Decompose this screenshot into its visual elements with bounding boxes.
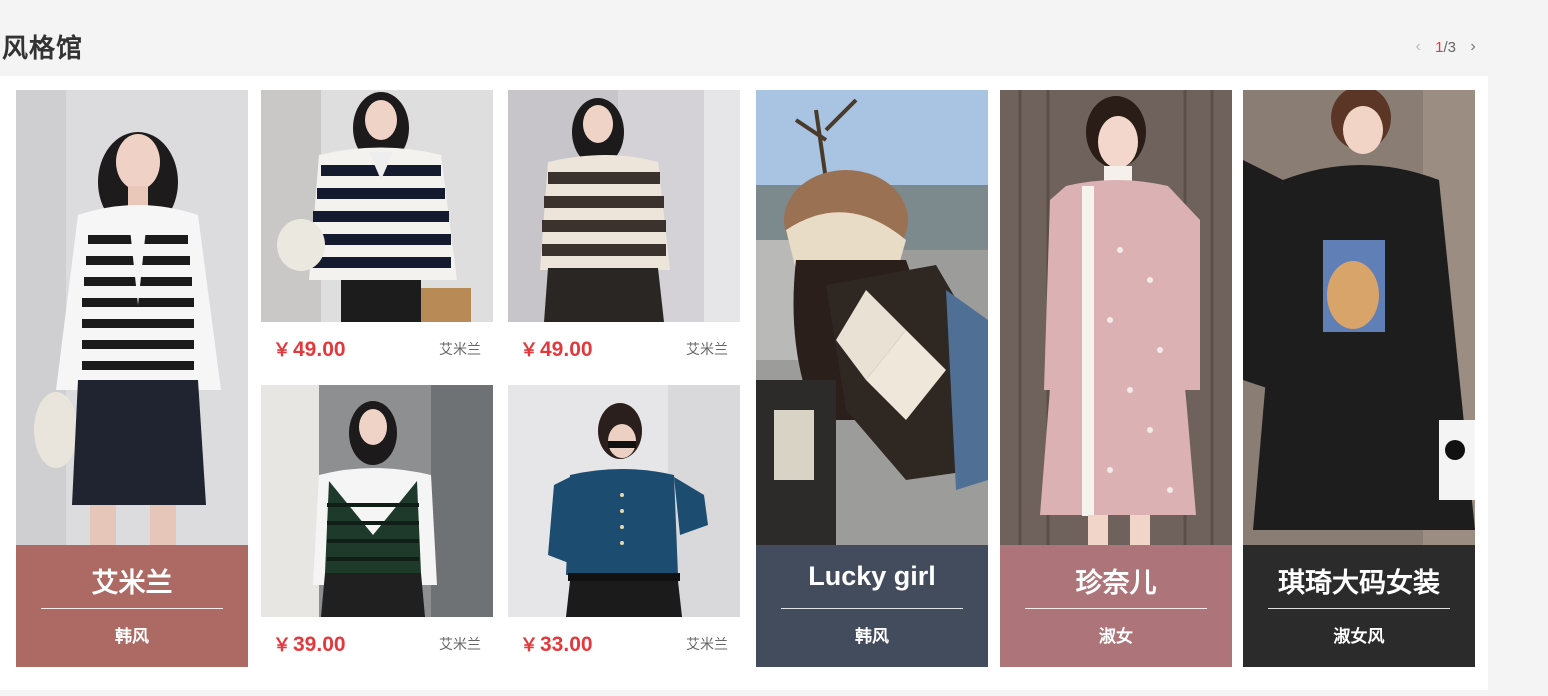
brand-card-lucky-girl[interactable]: Lucky girl 韩风 — [756, 90, 988, 667]
product-shop[interactable]: 艾米兰 — [439, 634, 481, 654]
price-value: 33.00 — [540, 633, 593, 656]
brand-caption: Lucky girl 韩风 — [756, 545, 988, 667]
total-pages: /3 — [1443, 38, 1456, 56]
currency-symbol: ￥ — [273, 340, 291, 360]
brand-style-tag: 韩风 — [855, 627, 889, 646]
product-price: ￥49.00 — [273, 336, 346, 362]
product-shop[interactable]: 艾米兰 — [686, 634, 728, 654]
brand-photo — [16, 90, 248, 545]
brand-photo — [1000, 90, 1232, 545]
price-value: 49.00 — [293, 338, 346, 361]
brand-name: 琪琦大码女装 — [1278, 568, 1440, 598]
product-image[interactable] — [508, 90, 740, 322]
page-indicator: 1/3 — [1435, 39, 1456, 56]
brand-style-tag: 淑女风 — [1333, 627, 1385, 646]
caption-divider — [781, 608, 963, 609]
brand-style-tag: 淑女 — [1099, 627, 1133, 646]
brand-caption: 艾米兰 韩风 — [16, 545, 248, 667]
section-title: 风格馆 — [2, 33, 84, 63]
brand-card-aimilan[interactable]: 艾米兰 韩风 — [16, 90, 248, 667]
brand-card-qiqi[interactable]: 琪琦大码女装 淑女风 — [1243, 90, 1475, 667]
currency-symbol: ￥ — [520, 635, 538, 655]
pager: ‹ 1/3 › — [1411, 38, 1480, 56]
product-price: ￥39.00 — [273, 631, 346, 657]
product-shop[interactable]: 艾米兰 — [686, 339, 728, 359]
product-item[interactable]: ￥49.00 艾米兰 — [261, 90, 493, 380]
brand-style-tag: 韩风 — [115, 627, 149, 646]
product-shop[interactable]: 艾米兰 — [439, 339, 481, 359]
product-price: ￥49.00 — [520, 336, 593, 362]
brand-card-zhennaier[interactable]: 珍奈儿 淑女 — [1000, 90, 1232, 667]
brand-caption: 珍奈儿 淑女 — [1000, 545, 1232, 667]
product-item[interactable]: ￥39.00 艾米兰 — [261, 385, 493, 675]
chevron-left-icon[interactable]: ‹ — [1411, 38, 1425, 56]
product-price: ￥33.00 — [520, 631, 593, 657]
section-header: 风格馆 ‹ 1/3 › — [0, 26, 1488, 66]
price-value: 39.00 — [293, 633, 346, 656]
product-item[interactable]: ￥33.00 艾米兰 — [508, 385, 740, 675]
caption-divider — [1268, 608, 1450, 609]
brand-photo — [1243, 90, 1475, 545]
caption-divider — [41, 608, 223, 609]
chevron-right-icon[interactable]: › — [1466, 38, 1480, 56]
brand-name: 艾米兰 — [91, 568, 173, 598]
product-item[interactable]: ￥49.00 艾米兰 — [508, 90, 740, 380]
currency-symbol: ￥ — [273, 635, 291, 655]
product-image[interactable] — [261, 90, 493, 322]
brand-name: 珍奈儿 — [1075, 568, 1157, 598]
price-value: 49.00 — [540, 338, 593, 361]
currency-symbol: ￥ — [520, 340, 538, 360]
brand-name: Lucky girl — [808, 561, 936, 591]
brand-photo — [756, 90, 988, 545]
brand-caption: 琪琦大码女装 淑女风 — [1243, 545, 1475, 667]
product-image[interactable] — [261, 385, 493, 617]
caption-divider — [1025, 608, 1207, 609]
style-hall-panel: 艾米兰 韩风 ￥49.00 艾米兰 ￥49.00 艾米兰 ￥39.00 艾米兰 … — [0, 76, 1488, 690]
product-image[interactable] — [508, 385, 740, 617]
